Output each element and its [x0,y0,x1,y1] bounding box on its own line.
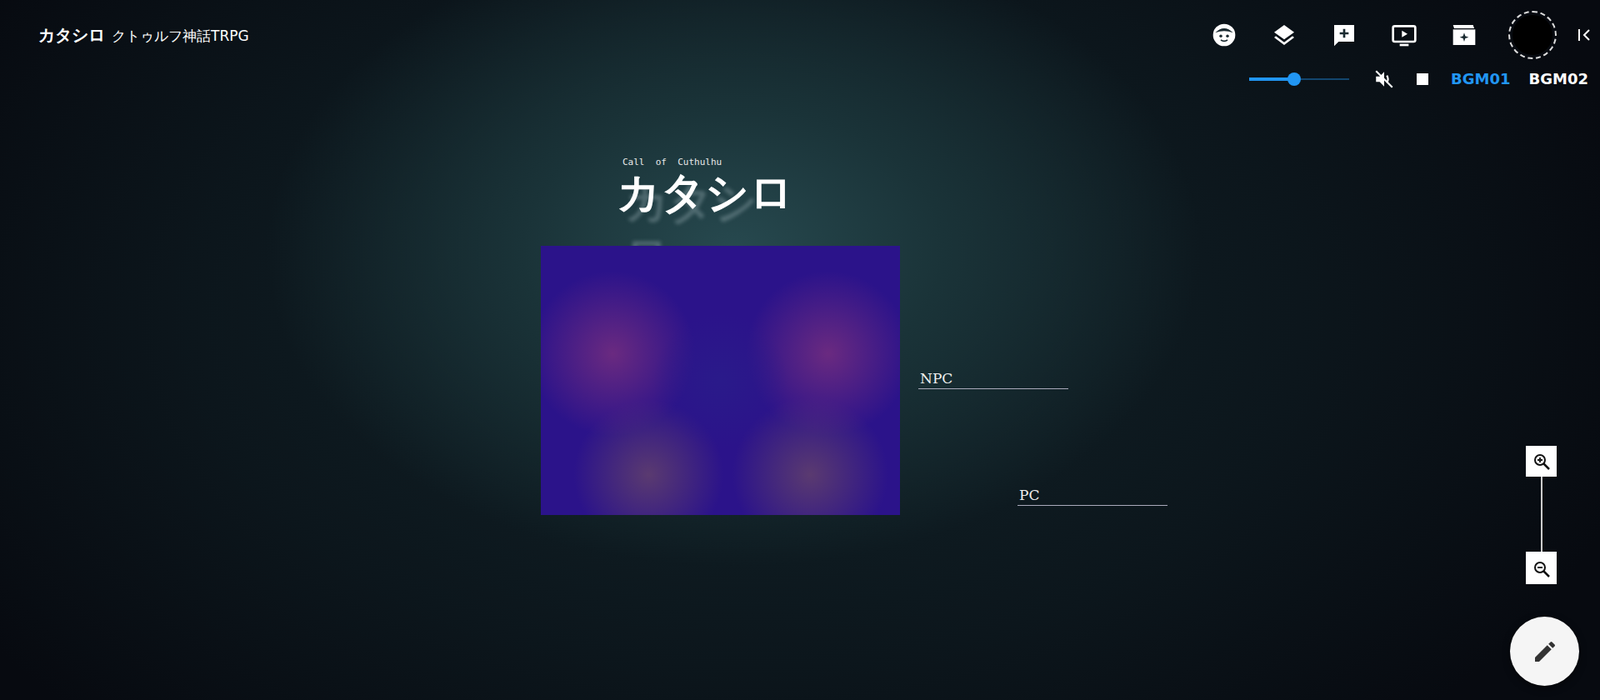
room-system: クトゥルフ神話TRPG [111,26,250,46]
stop-icon [1416,73,1429,85]
play-screen-icon [1390,21,1418,49]
avatar-image [1512,15,1553,55]
toolbar [1208,10,1597,60]
collapse-left-icon [1575,25,1595,45]
title-shadow: カタシロ [625,176,794,281]
user-avatar[interactable] [1508,10,1557,60]
add-message-button[interactable] [1328,19,1360,51]
collapse-button[interactable] [1573,23,1597,47]
board-canvas: Call of Cuthulhu カタシロ カタシロ NPC PC [0,0,1600,700]
pencil-icon [1531,638,1559,665]
layers-button[interactable] [1268,19,1300,51]
zoom-controls [1525,445,1557,585]
room-screen: カタシロ クトゥルフ神話TRPG BGM01 BGM02 Call of Cuth… [0,0,1600,700]
room-title: カタシロ クトゥルフ神話TRPG [38,24,250,47]
zoom-in-button[interactable] [1525,445,1557,477]
bgm-track[interactable]: BGM01 [1449,66,1512,91]
screen-button[interactable] [1388,19,1420,51]
volume-knob[interactable] [1287,72,1301,86]
mute-button[interactable] [1372,67,1396,91]
zoom-handle[interactable] [1525,551,1557,554]
stop-button[interactable] [1410,67,1435,91]
top-bar: カタシロ クトゥルフ神話TRPG [0,0,1600,70]
screen-panel[interactable] [540,245,900,515]
scene-button[interactable] [1448,19,1480,51]
layers-icon [1270,21,1298,49]
volume-slider[interactable] [1249,70,1350,88]
title-text: カタシロ [616,166,794,218]
zoom-out-icon [1531,559,1552,580]
volume-off-icon [1373,68,1395,90]
zoom-out-button[interactable] [1525,553,1557,585]
board-label[interactable]: NPC [918,370,1069,390]
edit-button[interactable] [1510,616,1580,686]
bgm-controls: BGM01 BGM02 [0,66,1600,91]
movie-effect-icon [1450,21,1478,49]
face-icon [1210,21,1238,49]
board-label[interactable]: PC [1017,486,1168,506]
board-title: カタシロ カタシロ [616,166,794,219]
bgm-track[interactable]: BGM02 [1527,66,1590,91]
board-subtitle: Call of Cuthulhu [622,156,722,168]
zoom-slider[interactable] [1540,476,1543,554]
character-button[interactable] [1208,19,1240,51]
room-name: カタシロ [38,24,105,47]
zoom-in-icon [1531,451,1552,472]
add-chat-icon [1330,21,1358,49]
